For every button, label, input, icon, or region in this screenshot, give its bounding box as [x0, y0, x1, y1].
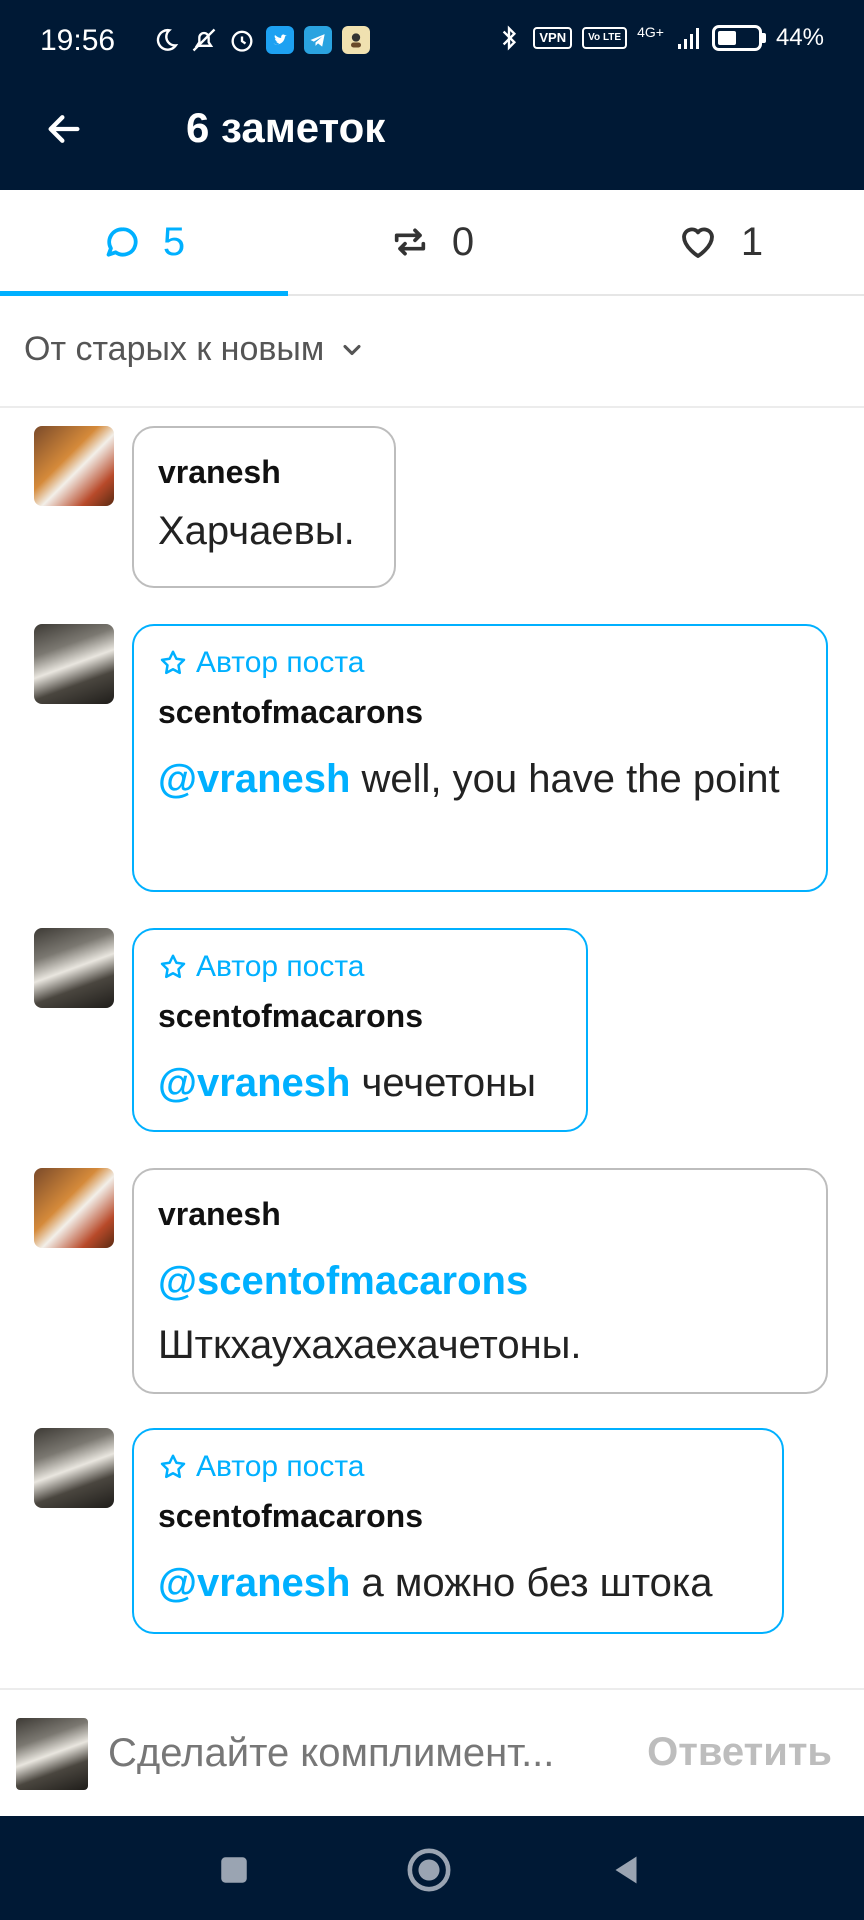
reply-input[interactable]	[106, 1730, 610, 1777]
note-text: @vranesh а можно без штока	[158, 1561, 713, 1605]
note-text: @scentofmacarons Шткхаухахаехачетоны.	[158, 1249, 802, 1377]
vpn-badge: VPN	[533, 27, 573, 49]
sort-label: От старых к новым	[24, 330, 325, 368]
back-nav-button[interactable]	[602, 1846, 650, 1894]
app-avatar-icon	[342, 26, 370, 54]
mention-link[interactable]: @vranesh	[158, 1561, 350, 1605]
heart-icon	[677, 221, 719, 263]
author-badge-label: Автор поста	[196, 950, 365, 983]
sort-bar: От старых к новым	[0, 296, 864, 408]
moon-icon	[152, 26, 180, 54]
signal-icon	[674, 24, 702, 52]
reply-bar: Ответить	[0, 1688, 864, 1818]
note-bubble[interactable]: vranesh Харчаевы.	[132, 426, 396, 588]
network-type: 4G+	[637, 24, 664, 40]
note-username[interactable]: vranesh	[158, 454, 370, 491]
avatar[interactable]	[34, 1168, 114, 1248]
arrow-left-icon	[48, 115, 80, 143]
author-badge: Автор поста	[158, 646, 802, 680]
note-text: Харчаевы.	[158, 509, 355, 553]
tab-likes[interactable]: 1	[576, 190, 864, 294]
header: 6 заметок	[0, 68, 864, 190]
author-badge-label: Автор поста	[196, 1450, 365, 1483]
avatar[interactable]	[34, 928, 114, 1008]
note-item: vranesh @scentofmacarons Шткхаухахаехачет…	[34, 1168, 828, 1394]
tab-replies[interactable]: 5	[0, 190, 288, 296]
note-bubble[interactable]: vranesh @scentofmacarons Шткхаухахаехачет…	[132, 1168, 828, 1394]
tab-reblogs-count: 0	[451, 219, 475, 264]
status-left-icons	[152, 26, 370, 54]
triangle-back-icon	[615, 1856, 637, 1884]
tab-reblogs[interactable]: 0	[288, 190, 576, 294]
tab-likes-count: 1	[740, 219, 764, 264]
notes-tabs: 5 0 1	[0, 190, 864, 296]
battery-percent: 44%	[775, 24, 824, 51]
status-bar: 19:56 VPN Vo LTE 4G+ 44%	[0, 0, 864, 68]
telegram-icon	[304, 26, 332, 54]
author-badge-label: Автор поста	[196, 646, 365, 679]
note-item: Автор поста scentofmacarons @vranesh а м…	[34, 1428, 784, 1634]
note-bubble[interactable]: Автор поста scentofmacarons @vranesh wel…	[132, 624, 828, 892]
avatar	[16, 1718, 88, 1790]
star-icon	[160, 954, 186, 979]
note-username[interactable]: vranesh	[158, 1196, 802, 1233]
note-username[interactable]: scentofmacarons	[158, 694, 802, 731]
author-badge: Автор поста	[158, 1450, 758, 1484]
star-icon	[160, 650, 186, 675]
volte-badge: Vo LTE	[582, 27, 628, 49]
note-item: Автор поста scentofmacarons @vranesh wel…	[34, 624, 828, 892]
tab-replies-count: 5	[162, 219, 186, 264]
recents-button[interactable]	[210, 1846, 258, 1894]
status-time: 19:56	[40, 24, 116, 57]
note-text: @vranesh чечетоны	[158, 1061, 537, 1105]
note-text: @vranesh well, you have the point	[158, 757, 780, 801]
author-badge: Автор поста	[158, 950, 562, 984]
circle-icon	[407, 1848, 451, 1892]
page-title: 6 заметок	[186, 104, 386, 151]
avatar[interactable]	[34, 1428, 114, 1508]
avatar[interactable]	[34, 624, 114, 704]
back-button[interactable]	[36, 101, 92, 157]
reply-button[interactable]: Ответить	[647, 1730, 832, 1775]
mention-link[interactable]: @scentofmacarons	[158, 1249, 802, 1313]
note-bubble[interactable]: Автор поста scentofmacarons @vranesh а м…	[132, 1428, 784, 1634]
note-item: Автор поста scentofmacarons @vranesh чеч…	[34, 928, 588, 1132]
note-bubble[interactable]: Автор поста scentofmacarons @vranesh чеч…	[132, 928, 588, 1132]
bluetooth-icon	[495, 24, 523, 52]
mute-bell-icon	[190, 26, 218, 54]
sort-dropdown[interactable]: От старых к новым	[24, 330, 366, 369]
home-button[interactable]	[405, 1846, 453, 1894]
note-username[interactable]: scentofmacarons	[158, 1498, 758, 1535]
twitter-icon	[266, 26, 294, 54]
alarm-icon	[228, 26, 256, 54]
status-right-icons: VPN Vo LTE 4G+ 44%	[495, 24, 824, 52]
mention-link[interactable]: @vranesh	[158, 1061, 350, 1105]
square-icon	[221, 1857, 247, 1883]
mention-link[interactable]: @vranesh	[158, 757, 350, 801]
chevron-down-icon	[343, 344, 361, 355]
system-nav-bar	[0, 1816, 864, 1920]
battery-icon	[711, 25, 762, 51]
star-icon	[160, 1454, 186, 1479]
comment-icon	[103, 223, 141, 261]
reblog-icon	[390, 222, 430, 262]
note-item: vranesh Харчаевы.	[34, 426, 396, 588]
note-username[interactable]: scentofmacarons	[158, 998, 562, 1035]
avatar[interactable]	[34, 426, 114, 506]
